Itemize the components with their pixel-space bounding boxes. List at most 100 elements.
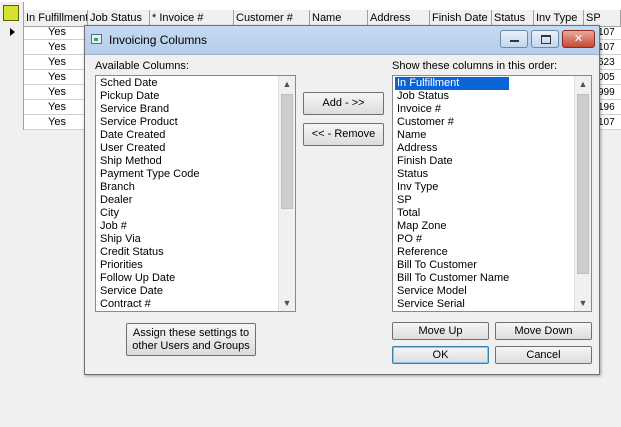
list-item[interactable]: Reference <box>395 246 509 259</box>
list-item[interactable]: Inv Type <box>395 181 509 194</box>
window-icon <box>91 34 102 44</box>
row-fulfillment-cell: Yes <box>48 101 66 113</box>
scroll-thumb[interactable] <box>577 94 589 274</box>
assign-button-line1: Assign these settings to <box>132 327 250 339</box>
row-sp-cell: 107 <box>598 27 615 38</box>
list-item[interactable]: Service Date <box>98 285 199 298</box>
maximize-button[interactable] <box>531 30 559 48</box>
assign-button-line2: other Users and Groups <box>132 340 250 352</box>
assign-settings-button[interactable]: Assign these settings to other Users and… <box>126 323 256 356</box>
list-item[interactable]: Contract # <box>98 298 199 311</box>
list-item[interactable]: Dealer <box>98 194 199 207</box>
row-selector[interactable] <box>0 85 24 100</box>
col-header-customer[interactable]: Customer # <box>234 10 310 26</box>
list-item[interactable]: Job # <box>98 220 199 233</box>
available-columns-items: Sched Date Pickup Date Service Brand Servic… <box>98 77 199 311</box>
move-up-button[interactable]: Move Up <box>392 322 489 340</box>
list-item[interactable]: Service Model <box>395 285 509 298</box>
row-selector[interactable] <box>0 115 24 130</box>
list-item[interactable]: Ship Via <box>98 233 199 246</box>
row-fulfillment-cell: Yes <box>48 71 66 83</box>
list-item[interactable]: Map Zone <box>395 220 509 233</box>
available-columns-list[interactable]: Sched Date Pickup Date Service Brand Servic… <box>95 75 296 312</box>
shown-list-scrollbar[interactable]: ▲ ▼ <box>574 76 591 311</box>
list-item[interactable]: Credit Status <box>98 246 199 259</box>
list-item[interactable]: City <box>98 207 199 220</box>
shown-columns-label: Show these columns in this order: <box>392 60 558 72</box>
row-selector[interactable] <box>0 55 24 70</box>
row-sp-cell: 999 <box>598 87 615 98</box>
list-item[interactable]: Date Created <box>98 129 199 142</box>
list-item[interactable]: Total <box>395 207 509 220</box>
row-fulfillment-cell: Yes <box>48 116 66 128</box>
list-item[interactable]: Bill To Customer Name <box>395 272 509 285</box>
list-item[interactable]: Sched Date <box>98 77 199 90</box>
list-item[interactable]: Pickup Date <box>98 90 199 103</box>
list-item[interactable]: Follow Up Date <box>98 272 199 285</box>
row-sp-cell: 107 <box>598 42 615 53</box>
minimize-button[interactable] <box>500 30 528 48</box>
notepad-icon <box>3 5 19 21</box>
list-item[interactable]: Service Product <box>98 116 199 129</box>
col-header-status[interactable]: Status <box>492 10 534 26</box>
row-sp-cell: 623 <box>598 57 615 68</box>
cancel-button[interactable]: Cancel <box>495 346 592 364</box>
ok-button[interactable]: OK <box>392 346 489 364</box>
list-item[interactable]: Finish Date <box>395 155 509 168</box>
row-selector[interactable] <box>0 40 24 55</box>
current-row-arrow-icon <box>10 28 15 36</box>
scroll-down-icon[interactable]: ▼ <box>279 295 295 311</box>
col-header-job-status[interactable]: Job Status <box>88 10 150 26</box>
available-columns-label: Available Columns: <box>95 60 189 72</box>
close-button[interactable] <box>562 30 595 48</box>
scroll-down-icon[interactable]: ▼ <box>575 295 591 311</box>
shown-columns-items: In Fulfillment Job Status Invoice # Custome… <box>395 77 510 311</box>
list-item[interactable]: User Created <box>98 142 199 155</box>
dialog-titlebar[interactable]: Invoicing Columns <box>85 26 599 55</box>
remove-button[interactable]: << - Remove <box>303 123 384 146</box>
list-item[interactable]: Ship Method <box>98 155 199 168</box>
scroll-up-icon[interactable]: ▲ <box>279 76 295 92</box>
shown-columns-list[interactable]: In Fulfillment Job Status Invoice # Custome… <box>392 75 592 312</box>
list-item[interactable]: Address <box>395 142 509 155</box>
col-header-inv-type[interactable]: Inv Type <box>534 10 584 26</box>
list-item[interactable]: Service Serial <box>395 298 509 311</box>
col-header-finish-date[interactable]: Finish Date <box>430 10 492 26</box>
add-button[interactable]: Add - >> <box>303 92 384 115</box>
row-selector[interactable] <box>0 25 24 40</box>
list-item[interactable]: Bill To Customer <box>395 259 509 272</box>
col-header-invoice[interactable]: * Invoice # <box>150 10 234 26</box>
list-item[interactable]: Status <box>395 168 509 181</box>
list-item[interactable]: Job Status <box>395 90 509 103</box>
list-item[interactable]: Customer # <box>395 116 509 129</box>
col-header-sp[interactable]: SP <box>584 10 621 26</box>
col-header-in-fulfillment[interactable]: In Fulfillment <box>24 10 88 26</box>
list-item[interactable]: In Fulfillment <box>395 77 510 90</box>
list-item[interactable]: SP <box>395 194 509 207</box>
row-fulfillment-cell: Yes <box>48 86 66 98</box>
row-sp-cell: 107 <box>598 117 615 128</box>
list-item[interactable]: Payment Type Code <box>98 168 199 181</box>
row-selector[interactable] <box>0 100 24 115</box>
row-fulfillment-cell: Yes <box>48 26 66 38</box>
row-sp-cell: 005 <box>598 72 615 83</box>
list-item[interactable]: Invoice # <box>395 103 509 116</box>
col-header-name[interactable]: Name <box>310 10 368 26</box>
move-down-button[interactable]: Move Down <box>495 322 592 340</box>
scroll-thumb[interactable] <box>281 94 293 209</box>
scroll-up-icon[interactable]: ▲ <box>575 76 591 92</box>
available-list-scrollbar[interactable]: ▲ ▼ <box>278 76 295 311</box>
row-sp-cell: 196 <box>598 102 615 113</box>
grid-corner-edit-icon[interactable] <box>0 2 24 26</box>
col-header-address[interactable]: Address <box>368 10 430 26</box>
row-fulfillment-cell: Yes <box>48 56 66 68</box>
list-item[interactable]: Service Brand <box>98 103 199 116</box>
list-item[interactable]: PO # <box>395 233 509 246</box>
row-selector[interactable] <box>0 70 24 85</box>
dialog-title: Invoicing Columns <box>109 33 208 47</box>
list-item[interactable]: Branch <box>98 181 199 194</box>
invoicing-columns-dialog: Invoicing Columns Available Columns: Sch… <box>84 25 600 375</box>
row-fulfillment-cell: Yes <box>48 41 66 53</box>
list-item[interactable]: Name <box>395 129 509 142</box>
list-item[interactable]: Priorities <box>98 259 199 272</box>
